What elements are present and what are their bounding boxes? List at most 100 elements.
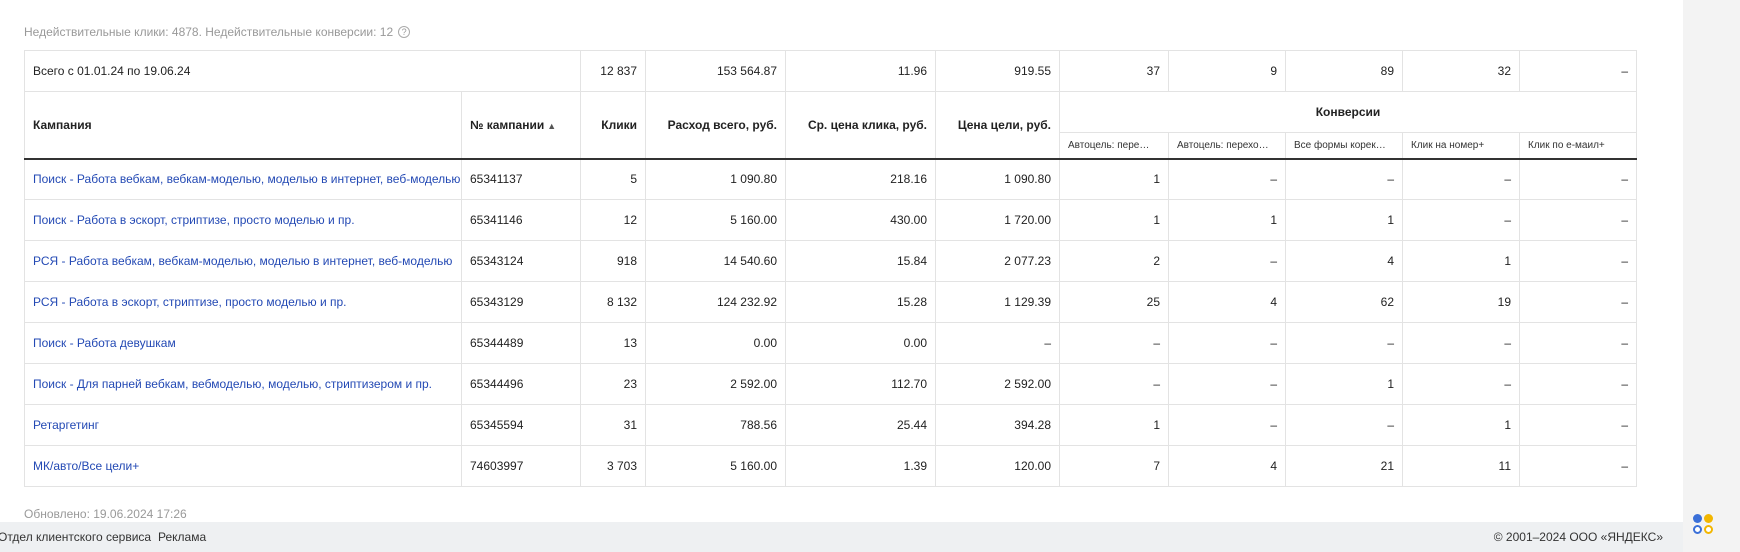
page-scrollbar[interactable] bbox=[1683, 0, 1740, 552]
cpc-cell: 112.70 bbox=[785, 363, 936, 405]
cost-cell: 5 160.00 bbox=[645, 199, 786, 241]
header-avg-cpc[interactable]: Ср. цена клика, руб. bbox=[785, 91, 936, 159]
cpc-cell: 430.00 bbox=[785, 199, 936, 241]
campaign-link[interactable]: Поиск - Работа вебкам, вебкам-моделью, м… bbox=[33, 172, 460, 186]
table-row: Поиск - Работа в эскорт, стриптизе, прос… bbox=[24, 199, 1637, 241]
goal-price-cell: 120.00 bbox=[935, 445, 1060, 487]
conv-cell: – bbox=[1059, 322, 1169, 364]
conv-cell: – bbox=[1519, 445, 1637, 487]
campaign-stats-table: Всего с 01.01.24 по 19.06.24 12 837 153 … bbox=[24, 50, 1637, 487]
campaign-link[interactable]: МК/авто/Все цели+ bbox=[33, 459, 139, 473]
conv-cell: – bbox=[1519, 322, 1637, 364]
conv-cell: – bbox=[1168, 322, 1286, 364]
conv-cell: – bbox=[1402, 199, 1520, 241]
header-conv-3[interactable]: Все формы корек… bbox=[1285, 132, 1403, 160]
footer-link-advertising[interactable]: Реклама bbox=[158, 530, 206, 544]
cost-cell: 5 160.00 bbox=[645, 445, 786, 487]
header-conv-1[interactable]: Автоцель: пере… bbox=[1059, 132, 1169, 160]
campaign-id: 65341137 bbox=[461, 158, 581, 200]
header-clicks[interactable]: Клики bbox=[580, 91, 646, 159]
campaign-link[interactable]: РСЯ - Работа в эскорт, стриптизе, просто… bbox=[33, 295, 347, 309]
goal-price-cell: 2 592.00 bbox=[935, 363, 1060, 405]
header-campaign-id-label: № кампании bbox=[470, 117, 545, 132]
conv-cell: 1 bbox=[1059, 158, 1169, 200]
clicks-cell: 23 bbox=[580, 363, 646, 405]
clicks-cell: 918 bbox=[580, 240, 646, 282]
conv-cell: 11 bbox=[1402, 445, 1520, 487]
conv-cell: – bbox=[1519, 240, 1637, 282]
campaign-id: 65344496 bbox=[461, 363, 581, 405]
conv-cell: – bbox=[1168, 363, 1286, 405]
table-row: Поиск - Работа девушкам 65344489 13 0.00… bbox=[24, 322, 1637, 364]
total-conv-2: 9 bbox=[1168, 50, 1286, 92]
conv-cell: 25 bbox=[1059, 281, 1169, 323]
header-cost-label: Расход всего, руб. bbox=[667, 117, 777, 132]
invalid-clicks-text: Недействительные клики: 4878. Недействит… bbox=[24, 25, 394, 39]
table-row: РСЯ - Работа в эскорт, стриптизе, просто… bbox=[24, 281, 1637, 323]
conv-cell: 62 bbox=[1285, 281, 1403, 323]
conv-cell: 1 bbox=[1168, 199, 1286, 241]
footer-link-client-service[interactable]: Отдел клиентского сервиса bbox=[0, 530, 151, 544]
conv-cell: – bbox=[1519, 199, 1637, 241]
campaign-id: 65343124 bbox=[461, 240, 581, 282]
header-clicks-label: Клики bbox=[601, 117, 637, 132]
campaign-id: 65345594 bbox=[461, 404, 581, 446]
conv-cell: – bbox=[1168, 404, 1286, 446]
header-campaign-label: Кампания bbox=[33, 117, 92, 132]
widget-dot-blue-icon bbox=[1693, 514, 1702, 523]
goal-price-cell: 1 129.39 bbox=[935, 281, 1060, 323]
campaign-id: 74603997 bbox=[461, 445, 581, 487]
conv-cell: – bbox=[1285, 404, 1403, 446]
header-campaign[interactable]: Кампания bbox=[24, 91, 462, 159]
header-row: Кампания № кампании ▲ Клики Расход всего,… bbox=[24, 91, 1637, 159]
campaign-link[interactable]: Ретаргетинг bbox=[33, 418, 99, 432]
header-conversions: Конверсии bbox=[1059, 91, 1637, 133]
cost-cell: 0.00 bbox=[645, 322, 786, 364]
total-label: Всего с 01.01.24 по 19.06.24 bbox=[24, 50, 581, 92]
cpc-cell: 0.00 bbox=[785, 322, 936, 364]
conv-cell: 4 bbox=[1168, 281, 1286, 323]
campaign-link[interactable]: Поиск - Работа девушкам bbox=[33, 336, 176, 350]
header-conv-2[interactable]: Автоцель: перехо… bbox=[1168, 132, 1286, 160]
clicks-cell: 8 132 bbox=[580, 281, 646, 323]
clicks-cell: 3 703 bbox=[580, 445, 646, 487]
conv-cell: – bbox=[1285, 158, 1403, 200]
total-conv-4: 32 bbox=[1402, 50, 1520, 92]
widget-dot-yellow-icon bbox=[1704, 514, 1713, 523]
widget-icon[interactable] bbox=[1691, 512, 1717, 538]
campaign-link[interactable]: Поиск - Работа в эскорт, стриптизе, прос… bbox=[33, 213, 355, 227]
conv-cell: 1 bbox=[1285, 363, 1403, 405]
campaign-link[interactable]: Поиск - Для парней вебкам, вебмоделью, м… bbox=[33, 377, 432, 391]
help-icon[interactable]: ? bbox=[398, 26, 411, 38]
conv-cell: – bbox=[1168, 240, 1286, 282]
header-conv-5[interactable]: Клик по е-маил+ bbox=[1519, 132, 1637, 160]
invalid-clicks-notice: Недействительные клики: 4878. Недействит… bbox=[24, 25, 411, 39]
total-conv-1: 37 bbox=[1059, 50, 1169, 92]
conv-cell: 1 bbox=[1285, 199, 1403, 241]
cpc-cell: 15.28 bbox=[785, 281, 936, 323]
widget-ring-yellow-icon bbox=[1704, 525, 1713, 534]
header-goal-price[interactable]: Цена цели, руб. bbox=[935, 91, 1060, 159]
conv-cell: – bbox=[1519, 404, 1637, 446]
conv-cell: – bbox=[1402, 322, 1520, 364]
header-campaign-id[interactable]: № кампании ▲ bbox=[461, 91, 581, 159]
conv-cell: – bbox=[1402, 158, 1520, 200]
header-cost[interactable]: Расход всего, руб. bbox=[645, 91, 786, 159]
table-row: Ретаргетинг 65345594 31 788.56 25.44 394… bbox=[24, 404, 1637, 446]
goal-price-cell: – bbox=[935, 322, 1060, 364]
total-conv-3: 89 bbox=[1285, 50, 1403, 92]
cpc-cell: 218.16 bbox=[785, 158, 936, 200]
cpc-cell: 15.84 bbox=[785, 240, 936, 282]
campaign-id: 65344489 bbox=[461, 322, 581, 364]
total-avg-cpc: 11.96 bbox=[785, 50, 936, 92]
conv-cell: – bbox=[1059, 363, 1169, 405]
cpc-cell: 25.44 bbox=[785, 404, 936, 446]
campaign-id: 65341146 bbox=[461, 199, 581, 241]
campaign-link[interactable]: РСЯ - Работа вебкам, вебкам-моделью, мод… bbox=[33, 254, 452, 268]
table-row: МК/авто/Все цели+ 74603997 3 703 5 160.0… bbox=[24, 445, 1637, 487]
conv-cell: 7 bbox=[1059, 445, 1169, 487]
total-goal-price: 919.55 bbox=[935, 50, 1060, 92]
header-conv-4[interactable]: Клик на номер+ bbox=[1402, 132, 1520, 160]
header-avg-cpc-label: Ср. цена клика, руб. bbox=[807, 117, 927, 132]
cost-cell: 14 540.60 bbox=[645, 240, 786, 282]
